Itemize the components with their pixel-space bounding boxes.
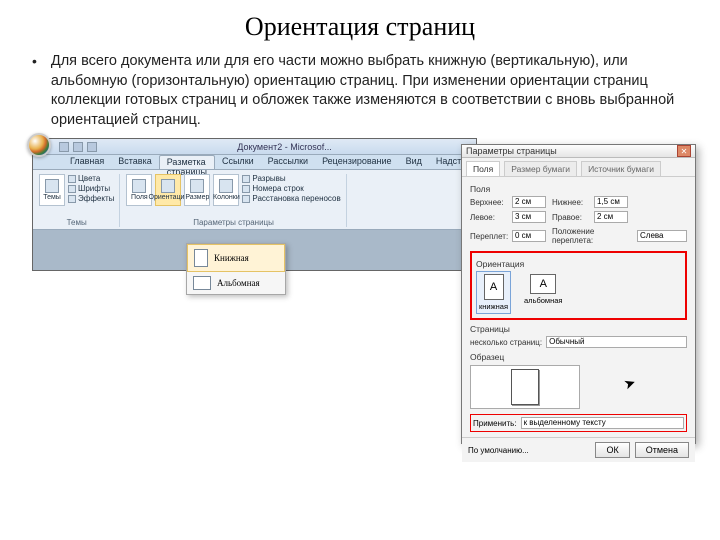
gutter-pos-label: Положение переплета: [552, 227, 631, 245]
themes-icon [45, 179, 59, 193]
ok-button[interactable]: ОК [595, 442, 629, 458]
margins-button[interactable]: Поля [126, 174, 152, 206]
orientation-landscape-button[interactable]: A альбомная [521, 271, 565, 314]
gutter-pos-select[interactable]: Слева [637, 230, 687, 242]
size-button[interactable]: Размер [184, 174, 210, 206]
portrait-icon: A [484, 274, 504, 300]
right-margin-label: Правое: [552, 213, 588, 222]
columns-button[interactable]: Колонки [213, 174, 239, 206]
themes-label: Темы [43, 194, 61, 201]
tab-review[interactable]: Рецензирование [315, 155, 399, 169]
ribbon-group-pagesetup: Поля Ориентация Размер Колонки Разрывы Н… [126, 174, 346, 227]
theme-fonts[interactable]: Шрифты [68, 184, 114, 193]
tab-view[interactable]: Вид [399, 155, 429, 169]
left-margin-input[interactable]: 3 см [512, 211, 546, 223]
quick-access-toolbar[interactable] [59, 142, 97, 152]
dropdown-item-landscape[interactable]: Альбомная [187, 272, 285, 294]
linenum-icon [242, 185, 250, 193]
dialog-tab-source[interactable]: Источник бумаги [581, 161, 661, 176]
pagesetup-group-label: Параметры страницы [126, 218, 340, 227]
fonts-icon [68, 185, 76, 193]
gutter-label: Переплет: [470, 232, 506, 241]
top-margin-input[interactable]: 2 см [512, 196, 546, 208]
orientation-icon [161, 179, 175, 193]
preview-section-label: Образец [470, 352, 687, 362]
apply-select[interactable]: к выделенному тексту [521, 417, 684, 429]
pages-label: несколько страниц: [470, 338, 542, 347]
pages-select[interactable]: Обычный [546, 336, 687, 348]
page-setup-dialog: Параметры страницы ✕ Поля Размер бумаги … [461, 144, 696, 444]
landscape-page-icon [193, 276, 211, 290]
gutter-input[interactable]: 0 см [512, 230, 546, 242]
columns-icon [219, 179, 233, 193]
document-title: Документ2 - Microsof... [97, 142, 472, 152]
size-icon [190, 179, 204, 193]
bottom-margin-label: Нижнее: [552, 198, 588, 207]
orientation-button[interactable]: Ориентация [155, 174, 181, 206]
page-title: Ориентация страниц [24, 12, 696, 42]
tab-page-layout[interactable]: Разметка страницы [159, 155, 215, 169]
pages-section-label: Страницы [470, 324, 687, 334]
qat-undo-icon[interactable] [73, 142, 83, 152]
theme-colors[interactable]: Цвета [68, 174, 114, 183]
hyphenation-button[interactable]: Расстановка переносов [242, 194, 340, 203]
landscape-icon: A [530, 274, 556, 294]
landscape-label: Альбомная [217, 278, 260, 288]
qat-save-icon[interactable] [59, 142, 69, 152]
body-paragraph: Для всего документа или для его части мо… [51, 52, 696, 130]
apply-label: Применить: [473, 419, 517, 428]
colors-icon [68, 175, 76, 183]
bottom-margin-input[interactable]: 1,5 см [594, 196, 628, 208]
orientation-section-label: Ориентация [476, 259, 681, 269]
preview-box [470, 365, 580, 409]
close-button[interactable]: ✕ [677, 145, 691, 157]
bullet-marker: • [32, 52, 37, 130]
left-margin-label: Левое: [470, 213, 506, 222]
breaks-icon [242, 175, 250, 183]
dialog-tab-margins[interactable]: Поля [466, 161, 500, 176]
theme-effects[interactable]: Эффекты [68, 194, 114, 203]
top-margin-label: Верхнее: [470, 198, 506, 207]
themes-group-label: Темы [39, 218, 114, 227]
qat-redo-icon[interactable] [87, 142, 97, 152]
tab-references[interactable]: Ссылки [215, 155, 261, 169]
tab-mailings[interactable]: Рассылки [261, 155, 315, 169]
ribbon-group-themes: Темы Цвета Шрифты Эффекты Темы [39, 174, 120, 227]
orientation-dropdown: Книжная Альбомная [186, 243, 286, 295]
tab-home[interactable]: Главная [63, 155, 111, 169]
screenshot-figure: Документ2 - Microsof... Главная Вставка … [32, 138, 696, 463]
ribbon-tabs: Главная Вставка Разметка страницы Ссылки… [33, 155, 476, 170]
effects-icon [68, 195, 76, 203]
hyphen-icon [242, 195, 250, 203]
orientation-portrait-button[interactable]: A книжная [476, 271, 511, 314]
default-button[interactable]: По умолчанию... [468, 446, 529, 455]
dialog-tab-paper[interactable]: Размер бумаги [504, 161, 577, 176]
breaks-button[interactable]: Разрывы [242, 174, 340, 183]
tab-insert[interactable]: Вставка [111, 155, 158, 169]
dialog-title: Параметры страницы [466, 146, 557, 156]
right-margin-input[interactable]: 2 см [594, 211, 628, 223]
line-numbers-button[interactable]: Номера строк [242, 184, 340, 193]
themes-button[interactable]: Темы [39, 174, 65, 206]
cancel-button[interactable]: Отмена [635, 442, 689, 458]
portrait-label: Книжная [214, 253, 249, 263]
preview-page-icon [511, 369, 539, 405]
margins-section-label: Поля [470, 184, 687, 194]
dropdown-item-portrait[interactable]: Книжная [187, 244, 285, 272]
margins-icon [132, 179, 146, 193]
portrait-page-icon [194, 249, 208, 267]
